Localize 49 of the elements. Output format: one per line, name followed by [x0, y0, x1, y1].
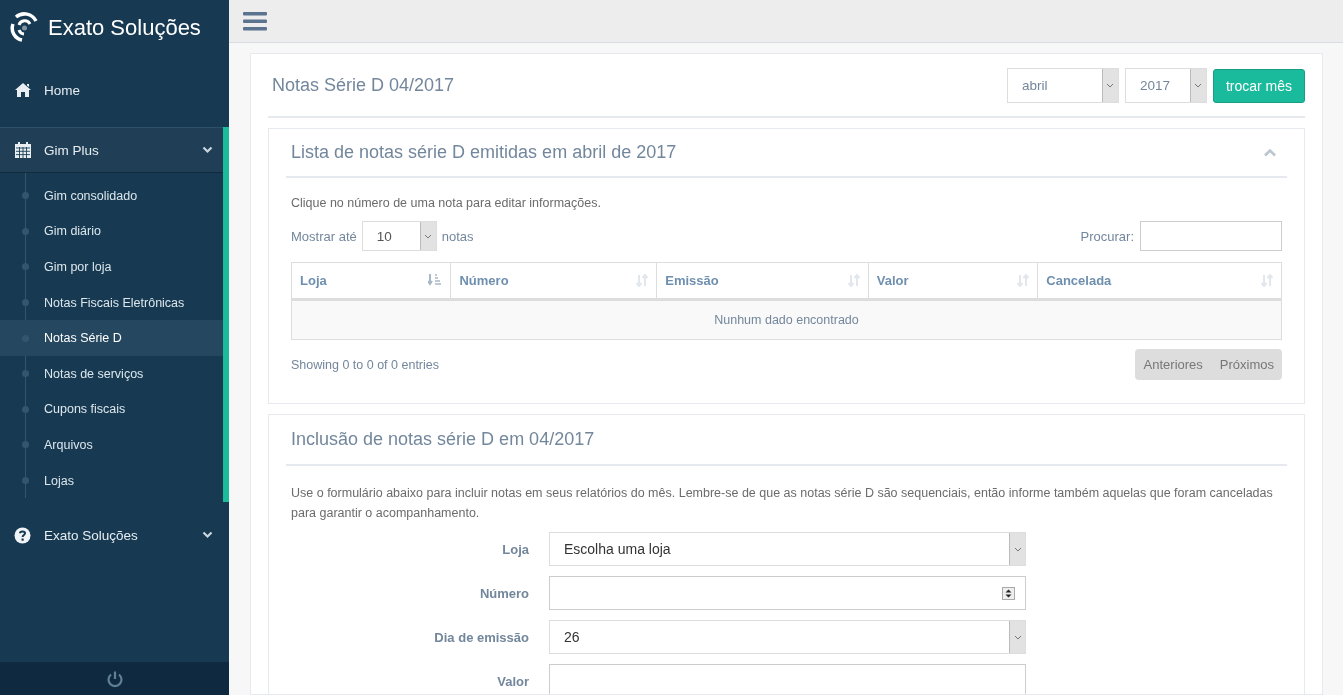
caret-icon — [1013, 546, 1022, 552]
help-icon — [14, 526, 31, 544]
sidebar-subitem[interactable]: Lojas — [0, 462, 223, 499]
year-select[interactable]: 2017 — [1124, 68, 1207, 103]
empty-table-message: Nunhum dado encontrado — [291, 299, 1282, 340]
panel-title: Lista de notas série D emitidas em abril de 2017 — [290, 142, 678, 163]
sidebar-item[interactable]: Exato Soluções — [0, 517, 229, 554]
power-button[interactable] — [105, 669, 124, 688]
sidebar-subitem[interactable]: Cupons fiscais — [0, 391, 223, 428]
sidebar-subitem[interactable]: Notas Fiscais Eletrônicas — [0, 284, 223, 321]
chevron-down-icon — [202, 531, 213, 540]
hint-text: Clique no número de uma nota para editar informações. — [291, 196, 602, 210]
sidebar-subitem[interactable]: Arquivos — [0, 427, 223, 463]
form-description: Use o formulário abaixo para incluir notas em seus relatórios do mês. Lembre-se de que as notas série D são sequenciais, então informe também aquelas que foram canceladas para garantir o acompanhamento. — [291, 485, 1274, 522]
length-label: notas — [441, 228, 474, 244]
number-field[interactable] — [549, 576, 1026, 610]
sidebar-subitem[interactable]: Gim consolidado — [0, 178, 223, 214]
table-info: Showing 0 to 0 of 0 entries — [291, 357, 439, 372]
calendar-icon — [14, 141, 32, 159]
length-label: Mostrar até — [291, 228, 357, 244]
page-title: Notas Série D 04/2017 — [271, 75, 456, 96]
sidebar-item[interactable]: Gim Plus — [0, 127, 223, 173]
sidebar-item[interactable]: Home — [0, 72, 229, 108]
panel-title: Inclusão de notas série D em 04/2017 — [290, 429, 596, 450]
field-label: Loja — [502, 541, 529, 557]
caret-icon — [1013, 634, 1022, 640]
field-label: Dia de emissão — [434, 629, 529, 645]
month-select[interactable]: abril — [1006, 68, 1119, 103]
sidebar-subitem[interactable]: Gim diário — [0, 213, 223, 250]
sidebar-subitem[interactable]: Notas de serviços — [0, 355, 223, 392]
select-field[interactable]: 26 — [549, 620, 1026, 654]
caret-icon — [424, 233, 433, 239]
sidebar-subitem[interactable]: Notas Série D — [0, 320, 223, 356]
search-label: Procurar: — [1080, 228, 1134, 244]
search-field[interactable] — [1140, 221, 1282, 251]
sidebar-subitem[interactable]: Gim por loja — [0, 249, 223, 285]
menu-icon[interactable] — [243, 11, 267, 31]
brand-name: Exato Soluções — [48, 14, 201, 41]
field-label: Número — [479, 585, 529, 601]
logo-icon — [10, 11, 38, 44]
chevron-down-icon — [202, 146, 213, 154]
field-label: Valor — [497, 673, 529, 689]
select-field[interactable]: Escolha uma loja — [549, 532, 1026, 566]
caret-icon — [1194, 83, 1203, 88]
input-field[interactable] — [549, 664, 1026, 694]
caret-icon — [1106, 83, 1115, 88]
home-icon — [14, 82, 32, 98]
page-length-select[interactable]: 10 — [361, 221, 437, 251]
spinner-icon — [1002, 586, 1015, 600]
